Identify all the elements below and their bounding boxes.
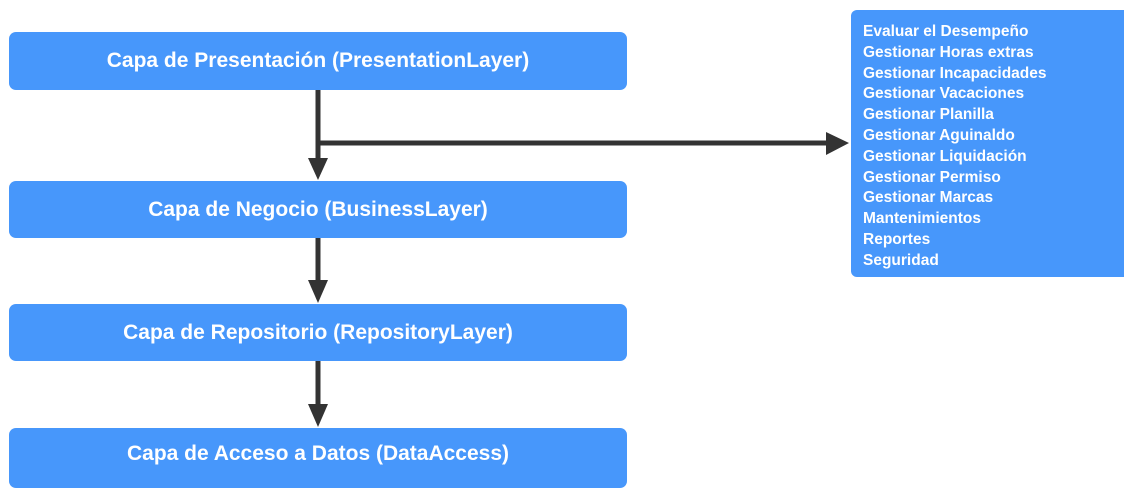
business-layer-box: Capa de Negocio (BusinessLayer) bbox=[9, 181, 627, 238]
data-access-layer-label: Capa de Acceso a Datos (DataAccess) bbox=[126, 442, 510, 465]
module-item: Gestionar Marcas bbox=[863, 189, 994, 207]
module-item: Mantenimientos bbox=[863, 210, 981, 228]
presentation-layer-box: Capa de Presentación (PresentationLayer) bbox=[9, 32, 627, 90]
arrowhead-presentation-to-modules bbox=[826, 132, 849, 155]
module-item: Seguridad bbox=[863, 251, 939, 269]
modules-box: Evaluar el Desempeño Gestionar Horas ext… bbox=[851, 10, 1124, 277]
arrowhead-business-to-repository bbox=[308, 280, 328, 303]
presentation-layer-label: Capa de Presentación (PresentationLayer) bbox=[106, 49, 530, 72]
repository-layer-box: Capa de Repositorio (RepositoryLayer) bbox=[9, 304, 627, 361]
module-item: Gestionar Incapacidades bbox=[863, 64, 1047, 82]
module-item: Gestionar Horas extras bbox=[863, 43, 1034, 61]
module-item: Gestionar Permiso bbox=[863, 168, 1001, 186]
module-item: Gestionar Planilla bbox=[863, 106, 994, 124]
business-layer-label: Capa de Negocio (BusinessLayer) bbox=[148, 197, 488, 221]
module-item: Gestionar Vacaciones bbox=[863, 85, 1025, 103]
arrowhead-presentation-to-business bbox=[308, 158, 328, 180]
module-item: Evaluar el Desempeño bbox=[863, 23, 1029, 40]
arrowhead-repository-to-dataaccess bbox=[308, 404, 328, 427]
repository-layer-label: Capa de Repositorio (RepositoryLayer) bbox=[123, 320, 513, 344]
module-item: Reportes bbox=[863, 230, 931, 248]
modules-list: Evaluar el Desempeño Gestionar Horas ext… bbox=[863, 22, 1124, 272]
module-item: Gestionar Liquidación bbox=[863, 147, 1027, 165]
data-access-layer-box: Capa de Acceso a Datos (DataAccess) bbox=[9, 428, 627, 488]
module-item: Gestionar Aguinaldo bbox=[863, 126, 1015, 144]
